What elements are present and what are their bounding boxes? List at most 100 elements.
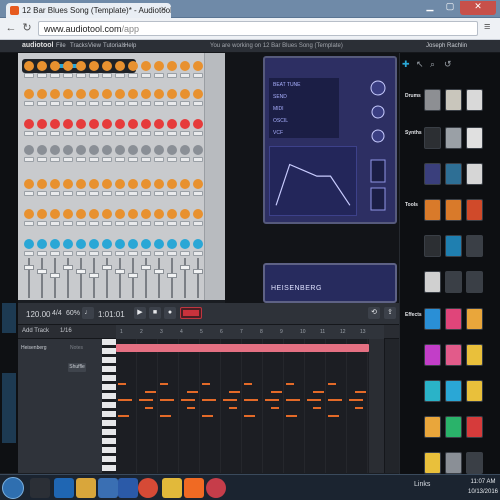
device-tile[interactable] bbox=[445, 235, 462, 257]
channel-label-chip[interactable] bbox=[193, 251, 203, 256]
url-field[interactable]: www.audiotool.com/app bbox=[38, 21, 478, 36]
channel-knob[interactable] bbox=[115, 89, 125, 99]
channel-label-chip[interactable] bbox=[141, 131, 151, 136]
channel-knob[interactable] bbox=[115, 145, 125, 155]
midi-note[interactable] bbox=[202, 399, 216, 401]
pointer-icon[interactable]: ↖ bbox=[416, 59, 424, 70]
reload-icon[interactable]: ↻ bbox=[20, 21, 34, 35]
channel-knob[interactable] bbox=[50, 209, 60, 219]
channel-knob[interactable] bbox=[115, 61, 125, 71]
channel-label-chip[interactable] bbox=[180, 191, 190, 196]
midi-note[interactable] bbox=[313, 407, 321, 409]
midi-note[interactable] bbox=[145, 407, 153, 409]
device-tile[interactable] bbox=[466, 344, 483, 366]
midi-note[interactable] bbox=[355, 391, 366, 393]
channel-label-chip[interactable] bbox=[193, 101, 203, 106]
channel-label-chip[interactable] bbox=[115, 221, 125, 226]
channel-knob[interactable] bbox=[24, 209, 34, 219]
midi-note[interactable] bbox=[160, 415, 171, 417]
channel-label-chip[interactable] bbox=[76, 157, 86, 162]
channel-knob[interactable] bbox=[180, 239, 190, 249]
channel-label-chip[interactable] bbox=[193, 131, 203, 136]
close-window-button[interactable]: ✕ bbox=[460, 1, 496, 15]
midi-note[interactable] bbox=[229, 407, 237, 409]
swing-value[interactable]: 60% bbox=[66, 310, 80, 317]
channel-label-chip[interactable] bbox=[50, 73, 60, 78]
add-track-button[interactable]: Add Track bbox=[22, 328, 49, 334]
channel-knob[interactable] bbox=[76, 239, 86, 249]
channel-knob[interactable] bbox=[63, 145, 73, 155]
channel-label-chip[interactable] bbox=[141, 101, 151, 106]
menu-view[interactable]: View bbox=[88, 43, 101, 49]
device-tile[interactable] bbox=[445, 452, 462, 474]
category-tools[interactable]: Tools bbox=[405, 202, 418, 208]
channel-label-chip[interactable] bbox=[76, 131, 86, 136]
midi-note[interactable] bbox=[328, 399, 342, 401]
device-tile[interactable] bbox=[466, 235, 483, 257]
channel-label-chip[interactable] bbox=[141, 191, 151, 196]
channel-knob[interactable] bbox=[167, 89, 177, 99]
channel-knob[interactable] bbox=[76, 179, 86, 189]
midi-note[interactable] bbox=[202, 383, 210, 385]
channel-label-chip[interactable] bbox=[24, 251, 34, 256]
channel-knob[interactable] bbox=[141, 119, 151, 129]
channel-label-chip[interactable] bbox=[63, 101, 73, 106]
device-tile[interactable] bbox=[466, 452, 483, 474]
fader-handle[interactable] bbox=[63, 265, 73, 270]
device-tile[interactable] bbox=[466, 271, 483, 293]
channel-knob[interactable] bbox=[141, 61, 151, 71]
channel-knob[interactable] bbox=[24, 145, 34, 155]
channel-knob[interactable] bbox=[115, 239, 125, 249]
device-tile[interactable] bbox=[424, 416, 441, 438]
midi-note[interactable] bbox=[118, 415, 129, 417]
maximize-button[interactable]: ▢ bbox=[440, 1, 460, 15]
channel-label-chip[interactable] bbox=[128, 221, 138, 226]
device-tile[interactable] bbox=[445, 89, 462, 111]
channel-knob[interactable] bbox=[193, 179, 203, 189]
device-tile[interactable] bbox=[466, 308, 483, 330]
midi-note[interactable] bbox=[313, 391, 324, 393]
midi-note[interactable] bbox=[286, 399, 300, 401]
channel-knob[interactable] bbox=[128, 179, 138, 189]
timeline-ruler[interactable]: 1 2 3 4 5 6 7 8 9 10 11 12 13 bbox=[116, 325, 384, 339]
add-icon[interactable]: ✚ bbox=[402, 59, 410, 70]
channel-label-chip[interactable] bbox=[63, 157, 73, 162]
channel-knob[interactable] bbox=[180, 61, 190, 71]
device-tile[interactable] bbox=[445, 308, 462, 330]
channel-label-chip[interactable] bbox=[102, 73, 112, 78]
track-mode[interactable]: Notes bbox=[70, 345, 83, 351]
channel-label-chip[interactable] bbox=[154, 131, 164, 136]
channel-label-chip[interactable] bbox=[63, 131, 73, 136]
channel-label-chip[interactable] bbox=[154, 251, 164, 256]
channel-label-chip[interactable] bbox=[193, 157, 203, 162]
channel-knob[interactable] bbox=[24, 89, 34, 99]
midi-note[interactable] bbox=[139, 399, 153, 401]
device-tile[interactable] bbox=[424, 89, 441, 111]
device-tile[interactable] bbox=[445, 271, 462, 293]
midi-note[interactable] bbox=[181, 399, 195, 401]
channel-label-chip[interactable] bbox=[128, 251, 138, 256]
channel-knob[interactable] bbox=[37, 61, 47, 71]
device-tile[interactable] bbox=[466, 89, 483, 111]
channel-knob[interactable] bbox=[180, 209, 190, 219]
channel-label-chip[interactable] bbox=[180, 131, 190, 136]
channel-knob[interactable] bbox=[50, 239, 60, 249]
midi-note[interactable] bbox=[145, 391, 156, 393]
channel-knob[interactable] bbox=[128, 119, 138, 129]
channel-knob[interactable] bbox=[128, 89, 138, 99]
channel-label-chip[interactable] bbox=[102, 101, 112, 106]
channel-knob[interactable] bbox=[89, 89, 99, 99]
channel-label-chip[interactable] bbox=[193, 73, 203, 78]
channel-knob[interactable] bbox=[63, 89, 73, 99]
category-effects[interactable]: Effects bbox=[405, 312, 422, 318]
channel-knob[interactable] bbox=[180, 179, 190, 189]
fader-handle[interactable] bbox=[37, 269, 47, 274]
channel-knob[interactable] bbox=[180, 119, 190, 129]
channel-knob[interactable] bbox=[167, 179, 177, 189]
envelope-display[interactable] bbox=[269, 146, 357, 216]
note-editor[interactable] bbox=[116, 339, 384, 473]
channel-label-chip[interactable] bbox=[115, 73, 125, 78]
channel-label-chip[interactable] bbox=[37, 221, 47, 226]
channel-knob[interactable] bbox=[24, 119, 34, 129]
word-icon[interactable] bbox=[118, 478, 138, 498]
